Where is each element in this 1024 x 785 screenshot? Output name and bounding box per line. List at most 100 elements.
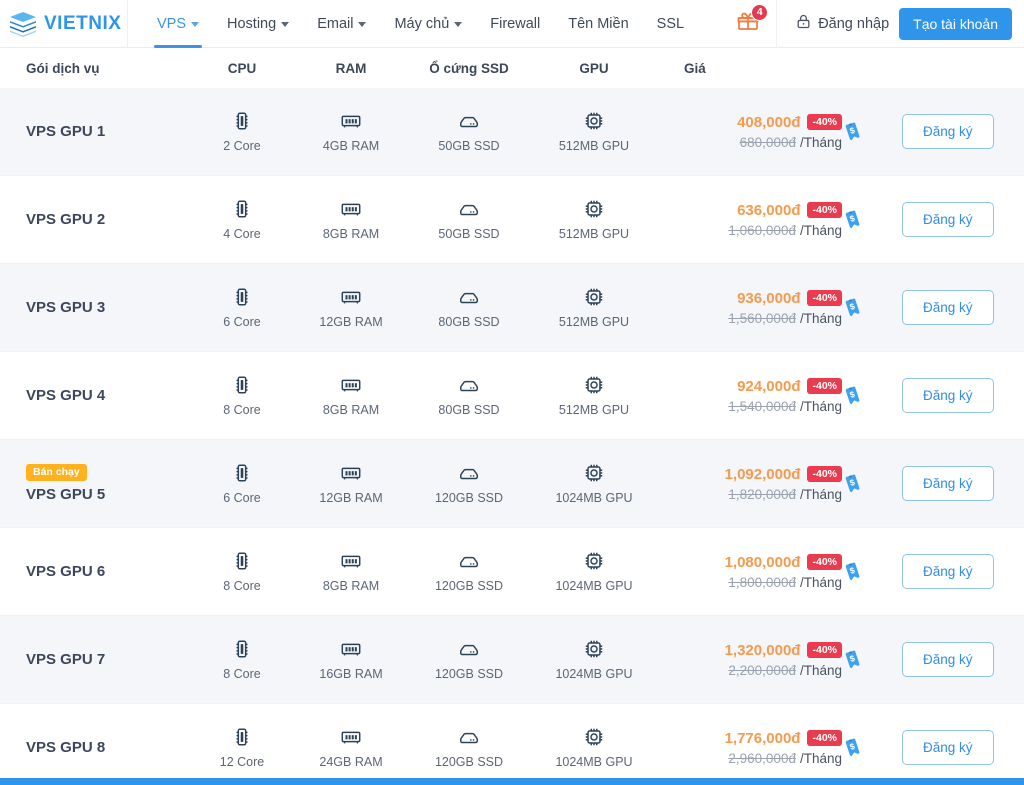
nav-item-firewall[interactable]: Firewall <box>477 0 553 48</box>
nav-item-vps[interactable]: VPS <box>144 0 212 48</box>
cell-ssd: 120GB SSD <box>410 726 528 769</box>
cpu-value: 12 Core <box>219 755 265 769</box>
ram-value: 16GB RAM <box>319 667 383 681</box>
ram-stick-icon <box>340 638 362 660</box>
ssd-drive-icon <box>458 638 480 660</box>
table-row: VPS GPU 6 8 Core 8GB RAM 120GB SSD 1024M… <box>0 528 1024 616</box>
register-plan-button[interactable]: Đăng ký <box>902 642 994 677</box>
cell-cpu: 12 Core <box>192 726 292 769</box>
register-button[interactable]: Tạo tài khoản <box>899 7 1012 40</box>
ram-stick-icon <box>340 726 362 748</box>
price-tag-dollar-icon[interactable]: $ <box>842 295 868 321</box>
price-tag-dollar-icon[interactable]: $ <box>842 647 868 673</box>
nav-item-hosting[interactable]: Hosting <box>214 0 302 48</box>
cpu-chip-icon <box>231 550 253 572</box>
cell-gpu: 512MB GPU <box>528 110 660 153</box>
price-current: 1,320,000đ <box>724 641 801 659</box>
register-plan-button[interactable]: Đăng ký <box>902 378 994 413</box>
register-plan-button[interactable]: Đăng ký <box>902 554 994 589</box>
cpu-value: 6 Core <box>223 315 261 329</box>
ram-stick-icon <box>340 110 362 132</box>
price-tag-dollar-icon[interactable]: $ <box>842 119 868 145</box>
cell-action: Đăng ký <box>902 290 1024 325</box>
nav-item-ten-mien[interactable]: Tên Miền <box>555 0 641 48</box>
price-original: 1,560,000đ <box>728 310 796 326</box>
cell-action: Đăng ký <box>902 378 1024 413</box>
cell-cpu: 8 Core <box>192 638 292 681</box>
discount-badge: -40% <box>807 554 842 570</box>
price-tag-dollar-icon[interactable]: $ <box>842 471 868 497</box>
register-plan-button[interactable]: Đăng ký <box>902 730 994 765</box>
gpu-chip-icon <box>583 374 605 396</box>
horizontal-scrollbar[interactable] <box>0 778 1024 785</box>
package-name: VPS GPU 8 <box>26 739 106 756</box>
stacked-layers-logo-icon <box>8 10 38 38</box>
gpu-chip-icon <box>583 286 605 308</box>
ram-value: 8GB RAM <box>322 403 380 417</box>
cell-promo-tag: $ <box>842 735 902 761</box>
chevron-down-icon <box>281 22 290 27</box>
price-current: 408,000đ <box>737 113 801 131</box>
cell-package: VPS GPU 8 <box>0 739 192 756</box>
cell-package: VPS GPU 2 <box>0 211 192 228</box>
ram-value: 12GB RAM <box>319 491 383 505</box>
discount-badge: -40% <box>807 642 842 658</box>
table-row: Bán chạy VPS GPU 5 6 Core 12GB RAM 120GB… <box>0 440 1024 528</box>
ssd-value: 80GB SSD <box>438 403 500 417</box>
ssd-drive-icon <box>458 374 480 396</box>
cell-price: 408,000đ -40% 680,000đ /Tháng <box>660 114 842 150</box>
register-plan-button[interactable]: Đăng ký <box>902 466 994 501</box>
price-tag-dollar-icon[interactable]: $ <box>842 735 868 761</box>
ram-value: 24GB RAM <box>319 755 383 769</box>
cpu-value: 2 Core <box>223 139 261 153</box>
register-plan-button[interactable]: Đăng ký <box>902 290 994 325</box>
cell-ram: 8GB RAM <box>292 198 410 241</box>
table-header-row: Gói dịch vụ CPU RAM Ổ cứng SSD GPU Giá <box>0 48 1024 88</box>
cpu-chip-icon <box>231 198 253 220</box>
price-current: 1,092,000đ <box>724 465 801 483</box>
price-original: 2,200,000đ <box>728 662 796 678</box>
cpu-value: 8 Core <box>223 403 261 417</box>
nav-item-ssl[interactable]: SSL <box>644 0 697 48</box>
discount-badge: -40% <box>807 378 842 394</box>
auth-area: Đăng nhập Tạo tài khoản <box>776 0 1024 48</box>
gift-promo-button[interactable]: 4 <box>726 0 770 48</box>
cell-ram: 4GB RAM <box>292 110 410 153</box>
chevron-down-icon <box>454 22 463 27</box>
cpu-chip-icon <box>231 462 253 484</box>
cell-action: Đăng ký <box>902 114 1024 149</box>
brand-logo[interactable]: VIETNIX <box>0 0 128 48</box>
price-period: /Tháng <box>799 222 842 238</box>
nav-label-ten-mien: Tên Miền <box>568 15 629 32</box>
cpu-value: 4 Core <box>223 227 261 241</box>
gpu-chip-icon <box>583 462 605 484</box>
price-tag-dollar-icon[interactable]: $ <box>842 559 868 585</box>
gpu-chip-icon <box>583 110 605 132</box>
cpu-value: 8 Core <box>223 667 261 681</box>
horizontal-scrollbar-thumb[interactable] <box>0 778 1024 785</box>
chevron-down-icon <box>358 22 367 27</box>
cell-promo-tag: $ <box>842 471 902 497</box>
price-period: /Tháng <box>799 662 842 678</box>
cell-ram: 12GB RAM <box>292 286 410 329</box>
ssd-drive-icon <box>458 286 480 308</box>
gpu-chip-icon <box>583 198 605 220</box>
register-plan-button[interactable]: Đăng ký <box>902 114 994 149</box>
column-header-cpu: CPU <box>227 60 257 76</box>
gpu-value: 512MB GPU <box>558 403 630 417</box>
price-original: 1,820,000đ <box>728 486 796 502</box>
price-period: /Tháng <box>799 574 842 590</box>
price-original: 680,000đ <box>739 134 796 150</box>
main-nav: VPS Hosting Email Máy chủ Firewall Tên M… <box>128 0 697 48</box>
discount-badge: -40% <box>807 114 842 130</box>
nav-item-may-chu[interactable]: Máy chủ <box>381 0 475 48</box>
login-button[interactable]: Đăng nhập <box>795 13 889 34</box>
price-tag-dollar-icon[interactable]: $ <box>842 383 868 409</box>
nav-item-email[interactable]: Email <box>304 0 379 48</box>
table-row: VPS GPU 8 12 Core 24GB RAM 120GB SSD 102… <box>0 704 1024 785</box>
register-plan-button[interactable]: Đăng ký <box>902 202 994 237</box>
cell-ssd: 80GB SSD <box>410 374 528 417</box>
table-row: VPS GPU 2 4 Core 8GB RAM 50GB SSD 512MB … <box>0 176 1024 264</box>
ram-stick-icon <box>340 374 362 396</box>
price-tag-dollar-icon[interactable]: $ <box>842 207 868 233</box>
